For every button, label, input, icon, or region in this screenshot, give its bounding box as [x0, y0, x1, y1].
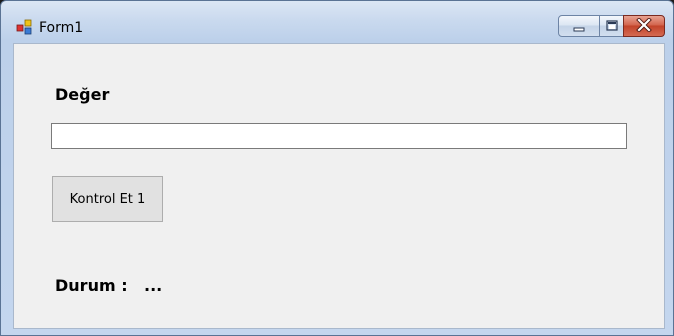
maximize-icon [605, 17, 619, 36]
minimize-button[interactable] [558, 15, 600, 37]
value-input[interactable] [51, 123, 627, 149]
status-label: Durum : [55, 276, 128, 295]
status-value: ... [144, 276, 163, 295]
maximize-button[interactable] [599, 15, 624, 37]
close-icon [636, 16, 652, 36]
minimize-icon [572, 17, 586, 36]
caption-buttons [558, 15, 665, 37]
value-label: Değer [55, 85, 110, 104]
close-button[interactable] [623, 15, 665, 37]
winforms-app-icon [16, 19, 32, 35]
form-client-area: Değer Kontrol Et 1 Durum : ... [13, 43, 665, 329]
application-window: Form1 Değer Kontrol Et 1 Durum : ... [0, 0, 674, 336]
title-bar[interactable]: Form1 [1, 1, 673, 41]
check-button[interactable]: Kontrol Et 1 [52, 176, 163, 222]
window-title: Form1 [39, 20, 84, 36]
